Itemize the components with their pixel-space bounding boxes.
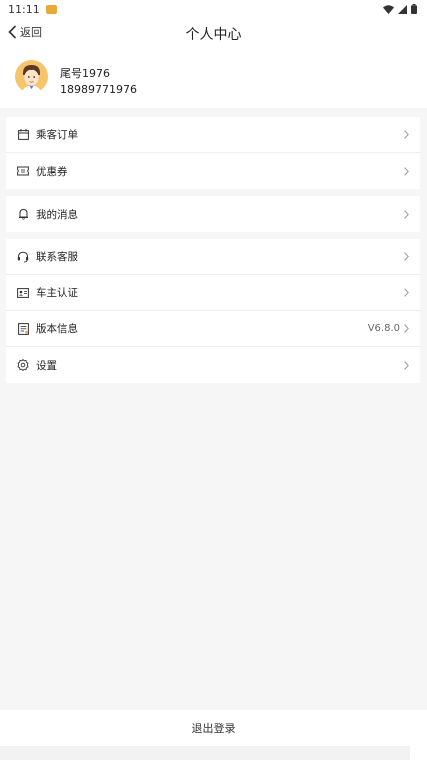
- menu-item-version-info[interactable]: 版本信息 V6.8.0: [6, 311, 420, 347]
- menu-item-label: 设置: [36, 359, 57, 372]
- menu-item-customer-service[interactable]: 联系客服: [6, 239, 420, 275]
- menu-item-coupons[interactable]: 优惠券: [6, 153, 420, 189]
- gear-icon: [17, 359, 29, 371]
- headset-icon: [17, 251, 29, 263]
- avatar[interactable]: [15, 60, 48, 93]
- nav-bar: 返回 个人中心: [0, 18, 427, 46]
- menu-item-label: 乘客订单: [36, 129, 78, 141]
- logout-button[interactable]: 退出登录: [0, 710, 427, 746]
- wifi-icon: [383, 4, 394, 14]
- calendar-icon: [17, 129, 29, 141]
- profile-card[interactable]: 尾号1976 18989771976: [0, 46, 427, 108]
- bottom-strip: [0, 746, 427, 760]
- menu-item-my-messages[interactable]: 我的消息: [6, 196, 420, 232]
- battery-icon: [411, 4, 417, 14]
- menu-item-label: 优惠券: [36, 165, 68, 178]
- bottom-corner: [410, 746, 427, 760]
- menu-item-passenger-orders[interactable]: 乘客订单: [6, 117, 420, 153]
- status-time: 11:11: [8, 2, 40, 16]
- menu-group-messages: 我的消息: [6, 196, 420, 232]
- chevron-right-icon: [404, 130, 409, 139]
- menu-item-settings[interactable]: 设置: [6, 347, 420, 383]
- menu-item-driver-verification[interactable]: 车主认证: [6, 275, 420, 311]
- page-title: 个人中心: [185, 27, 242, 43]
- profile-phone: 18989771976: [60, 83, 137, 96]
- chevron-right-icon: [404, 288, 409, 297]
- menu-item-label: 版本信息: [36, 323, 78, 335]
- menu-item-label: 车主认证: [36, 287, 78, 299]
- status-icons: [383, 4, 417, 14]
- chevron-right-icon: [404, 324, 409, 333]
- menu-item-label: 联系客服: [36, 251, 78, 263]
- chevron-right-icon: [404, 252, 409, 261]
- chevron-right-icon: [404, 166, 409, 176]
- bell-icon: [17, 208, 29, 220]
- menu-item-label: 我的消息: [36, 208, 78, 221]
- notification-icon: [45, 4, 57, 14]
- menu-group-orders: 乘客订单 优惠券: [6, 117, 420, 189]
- document-icon: [17, 322, 29, 335]
- status-bar: 11:11: [0, 0, 427, 18]
- profile-name: 尾号1976: [60, 67, 110, 80]
- version-value: V6.8.0: [367, 323, 400, 334]
- ticket-icon: [17, 165, 29, 177]
- signal-icon: [398, 4, 407, 14]
- id-card-icon: [17, 287, 29, 299]
- menu-group-settings: 联系客服 车主认证 版本信息 V6.8.0 设置: [6, 239, 420, 383]
- chevron-right-icon: [404, 360, 409, 370]
- chevron-right-icon: [404, 209, 409, 219]
